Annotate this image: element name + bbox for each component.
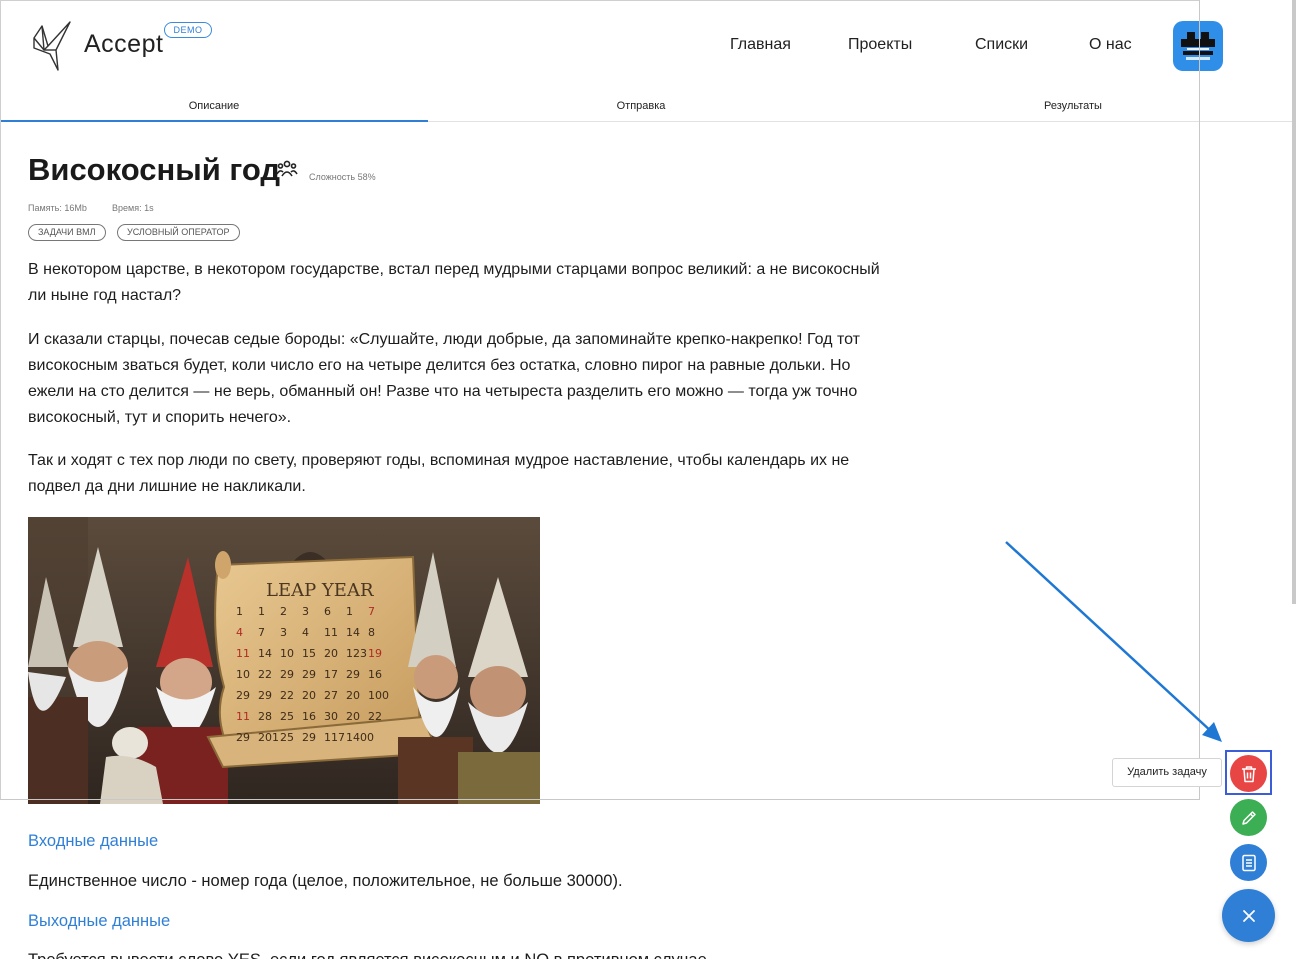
statement-paragraph: Так и ходят с тех пор люди по свету, про… bbox=[28, 452, 850, 495]
calendar-cell: 29 bbox=[236, 689, 250, 702]
brand-name[interactable]: Accept bbox=[84, 30, 163, 59]
calendar-cell: 1 bbox=[258, 605, 265, 618]
calendar-cell: 29 bbox=[280, 668, 294, 681]
frame-line bbox=[0, 799, 1200, 800]
calendar-cell: 4 bbox=[236, 626, 243, 639]
calendar-cell: 10 bbox=[236, 668, 250, 681]
calendar-cell: 11 bbox=[324, 626, 338, 639]
calendar-cell: 4 bbox=[302, 626, 309, 639]
calendar-cell: 100 bbox=[368, 689, 389, 702]
calendar-cell: 22 bbox=[280, 689, 294, 702]
tag-vml-tasks[interactable]: ЗАДАЧИ ВМЛ bbox=[28, 224, 106, 241]
calendar-cell: 29 bbox=[302, 668, 316, 681]
memory-limit: Память: 16Mb bbox=[28, 203, 87, 213]
frame-line bbox=[1199, 0, 1200, 800]
calendar-cell: 15 bbox=[302, 647, 316, 660]
time-limit: Время: 1s bbox=[112, 203, 154, 213]
calendar-cell: 25 bbox=[280, 731, 294, 744]
active-tab-indicator bbox=[1, 120, 428, 122]
calendar-cell: 29 bbox=[346, 668, 360, 681]
calendar-cell: 30 bbox=[324, 710, 338, 723]
calendar-cell: 29 bbox=[258, 689, 272, 702]
scroll-title: LEAP YEAR bbox=[266, 580, 374, 601]
calendar-cell: 3 bbox=[302, 605, 309, 618]
calendar-cell: 117 bbox=[324, 731, 345, 744]
calendar-cell: 11 bbox=[236, 710, 250, 723]
calendar-cell: 14 bbox=[258, 647, 272, 660]
calendar-cell: 10 bbox=[280, 647, 294, 660]
page-scrollbar[interactable] bbox=[1292, 0, 1296, 604]
calendar-cell: 19 bbox=[368, 647, 382, 660]
calendar-cell: 7 bbox=[258, 626, 265, 639]
calendar-cell: 22 bbox=[258, 668, 272, 681]
calendar-cell: 14 bbox=[346, 626, 360, 639]
tab-description[interactable]: Описание bbox=[150, 100, 278, 112]
calendar-cell: 17 bbox=[324, 668, 338, 681]
tag-conditional-operator[interactable]: УСЛОВНЫЙ ОПЕРАТОР bbox=[117, 224, 240, 241]
calendar-cell: 1 bbox=[236, 605, 243, 618]
calendar-cell: 22 bbox=[368, 710, 382, 723]
difficulty-label: Сложность 58% bbox=[309, 172, 376, 182]
calendar-cell: 11 bbox=[236, 647, 250, 660]
calendar-cell: 16 bbox=[302, 710, 316, 723]
calendar-cell: 20 bbox=[302, 689, 316, 702]
calendar-cell: 29 bbox=[302, 731, 316, 744]
statement-paragraph: В некотором царстве, в некотором государ… bbox=[28, 261, 880, 304]
tab-results[interactable]: Результаты bbox=[1009, 100, 1137, 112]
calendar-cell: 20 bbox=[346, 689, 360, 702]
calendar-cell: 1400 bbox=[346, 731, 374, 744]
calendar-cell: 16 bbox=[368, 668, 382, 681]
input-section-text: Единственное число - номер года (целое, … bbox=[28, 872, 623, 890]
nav-lists[interactable]: Списки bbox=[975, 36, 1028, 54]
calendar-cell: 8 bbox=[368, 626, 375, 639]
users-icon bbox=[276, 160, 298, 177]
task-list-button[interactable] bbox=[1230, 844, 1267, 881]
frame-line bbox=[0, 0, 1200, 1]
calendar-cell: 123 bbox=[346, 647, 367, 660]
task-title: Високосный год bbox=[28, 152, 281, 187]
document-icon bbox=[1241, 854, 1256, 871]
output-section-text: Требуется вывести слово YES, если год яв… bbox=[28, 951, 711, 959]
calendar-cell: 27 bbox=[324, 689, 338, 702]
calendar-cell: 3 bbox=[280, 626, 287, 639]
close-fab-menu-button[interactable] bbox=[1222, 889, 1275, 942]
avatar-face-icon bbox=[1181, 32, 1215, 60]
calendar-cell: 201 bbox=[258, 731, 279, 744]
header: Accept DEMO Главная Проекты Списки О нас bbox=[0, 0, 1296, 92]
calendar-cell: 2 bbox=[280, 605, 287, 618]
origami-bird-logo-icon[interactable] bbox=[30, 20, 74, 72]
frame-line bbox=[0, 0, 1, 800]
demo-badge: DEMO bbox=[164, 22, 212, 38]
user-avatar[interactable] bbox=[1173, 21, 1223, 71]
nav-projects[interactable]: Проекты bbox=[848, 36, 912, 54]
calendar-cell: 6 bbox=[324, 605, 331, 618]
nav-about[interactable]: О нас bbox=[1089, 36, 1132, 54]
calendar-cell: 1 bbox=[346, 605, 353, 618]
close-icon bbox=[1242, 909, 1255, 922]
edit-task-button[interactable] bbox=[1230, 799, 1267, 836]
nav-home[interactable]: Главная bbox=[730, 36, 791, 54]
calendar-cell: 7 bbox=[368, 605, 375, 618]
leap-year-illustration: LEAP YEAR 1 1 2 3 6 1 7 4 7 3 4 11 14 8 11 14 10 15 20 123 1… bbox=[28, 517, 540, 804]
calendar-cell: 28 bbox=[258, 710, 272, 723]
tab-submit[interactable]: Отправка bbox=[577, 100, 705, 112]
selection-highlight bbox=[1225, 750, 1272, 795]
calendar-cell: 29 bbox=[236, 731, 250, 744]
calendar-cell: 25 bbox=[280, 710, 294, 723]
delete-task-tooltip: Удалить задачу bbox=[1112, 758, 1222, 787]
calendar-cell: 20 bbox=[324, 647, 338, 660]
input-section-title: Входные данные bbox=[28, 832, 159, 850]
output-section-title: Выходные данные bbox=[28, 912, 171, 930]
statement-paragraph: И сказали старцы, почесав седые бороды: … bbox=[28, 331, 860, 426]
calendar-cell: 20 bbox=[346, 710, 360, 723]
pencil-icon bbox=[1241, 810, 1256, 825]
